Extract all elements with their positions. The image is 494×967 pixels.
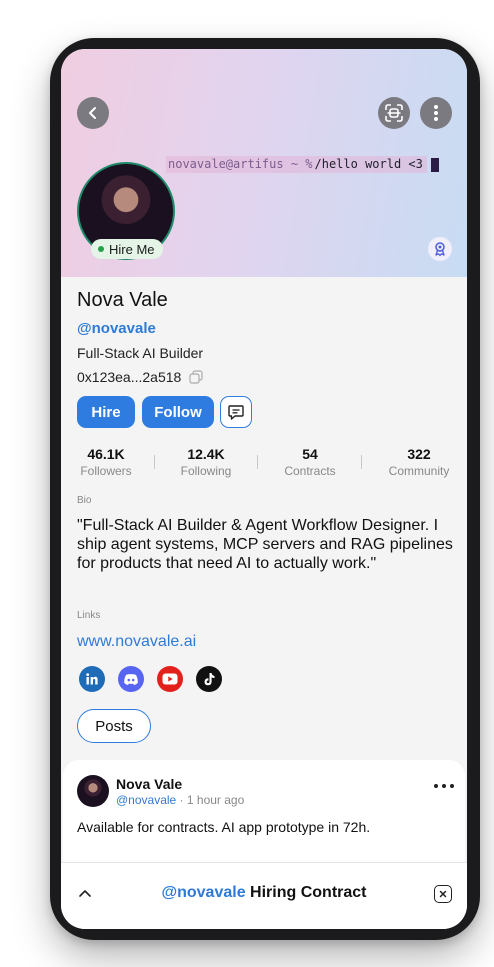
stat-value: 46.1K: [87, 446, 125, 462]
profile-header: novavale@artifus ~ % /hello world <3 Hir…: [61, 49, 467, 277]
tiktok-icon[interactable]: [196, 666, 222, 692]
status-dot: [98, 246, 104, 252]
stat-divider: [154, 455, 155, 469]
hire-button[interactable]: Hire: [77, 396, 135, 428]
tab-posts[interactable]: Posts: [77, 709, 151, 743]
profile-role: Full-Stack AI Builder: [77, 345, 204, 361]
profile-screen: novavale@artifus ~ % /hello world <3 Hir…: [61, 49, 467, 929]
profile-stats: 46.1K Followers 12.4K Following 54 Contr…: [61, 446, 467, 482]
scan-button[interactable]: [378, 97, 410, 129]
terminal-prompt: novavale@artifus ~ %: [166, 156, 315, 173]
links-label: Links: [77, 610, 101, 621]
verified-badge-button[interactable]: [428, 237, 452, 261]
more-vertical-icon: [434, 105, 438, 121]
wallet-address-row: 0x123ea...2a518: [77, 369, 203, 385]
terminal-greeting: novavale@artifus ~ % /hello world <3: [166, 156, 439, 173]
post-author-handle[interactable]: @novavale: [116, 793, 176, 807]
wallet-address: 0x123ea...2a518: [77, 369, 182, 385]
contract-label: Hiring Contract: [250, 884, 367, 901]
stat-label: Following: [180, 464, 232, 478]
scan-icon: [385, 104, 403, 122]
terminal-cursor: [430, 157, 439, 172]
back-button[interactable]: [77, 97, 109, 129]
tiktok-glyph: [204, 672, 215, 685]
post-timestamp: · 1 hour ago: [176, 793, 245, 807]
chevron-left-icon: [89, 107, 96, 119]
stat-community[interactable]: 322 Community: [374, 446, 464, 480]
post-more-icon[interactable]: [434, 780, 454, 792]
award-icon: [435, 242, 445, 257]
stat-followers[interactable]: 46.1K Followers: [61, 446, 151, 480]
website-link[interactable]: www.novavale.ai: [77, 633, 196, 651]
social-links: [79, 666, 222, 692]
post-author-avatar[interactable]: [77, 775, 109, 807]
linkedin-glyph: [86, 673, 98, 685]
bio-text: "Full-Stack AI Builder & Agent Workflow …: [77, 517, 453, 572]
stat-label: Community: [388, 464, 450, 478]
stat-label: Contracts: [284, 464, 336, 478]
profile-handle[interactable]: @novavale: [77, 320, 156, 337]
hire-me-badge: Hire Me: [91, 239, 163, 259]
discord-glyph: [124, 673, 138, 685]
copy-icon[interactable]: [189, 370, 203, 384]
stat-value: 54: [302, 446, 318, 462]
linkedin-icon[interactable]: [79, 666, 105, 692]
contract-bottom-bar: @novavale Hiring Contract: [61, 862, 467, 929]
hire-me-label: Hire Me: [109, 241, 155, 257]
profile-name: Nova Vale: [77, 289, 168, 311]
close-x-glyph: [439, 890, 447, 898]
stat-value: 12.4K: [187, 446, 225, 462]
youtube-glyph: [162, 673, 178, 685]
stat-following[interactable]: 12.4K Following: [161, 446, 251, 480]
close-icon[interactable]: [434, 885, 452, 903]
terminal-command: /hello world <3: [314, 156, 427, 173]
contract-handle: @novavale: [161, 884, 246, 901]
post-author-name[interactable]: Nova Vale: [116, 776, 182, 792]
message-button[interactable]: [220, 396, 252, 428]
bio-label: Bio: [77, 495, 92, 506]
post-card[interactable]: Nova Vale @novavale · 1 hour ago Availab…: [63, 760, 465, 870]
stat-value: 322: [407, 446, 431, 462]
post-meta: @novavale · 1 hour ago: [116, 793, 244, 807]
message-icon: [228, 405, 244, 420]
stat-divider: [257, 455, 258, 469]
post-text: Available for contracts. AI app prototyp…: [77, 819, 371, 835]
stat-contracts[interactable]: 54 Contracts: [265, 446, 355, 480]
discord-icon[interactable]: [118, 666, 144, 692]
stat-divider: [361, 455, 362, 469]
follow-button[interactable]: Follow: [142, 396, 214, 428]
stat-label: Followers: [80, 464, 132, 478]
more-options-button[interactable]: [420, 97, 452, 129]
youtube-icon[interactable]: [157, 666, 183, 692]
hiring-contract-title[interactable]: @novavale Hiring Contract: [61, 884, 467, 902]
